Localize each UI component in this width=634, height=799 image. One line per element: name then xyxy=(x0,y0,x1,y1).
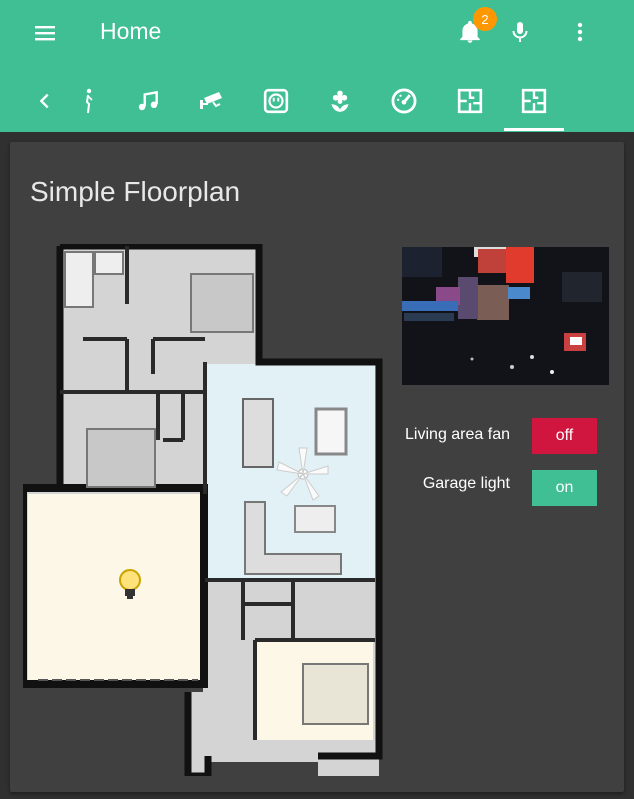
menu-icon xyxy=(35,26,55,41)
tab-flower[interactable] xyxy=(310,70,370,132)
garage-light-row: Garage light on xyxy=(390,470,600,506)
speedometer-icon xyxy=(391,88,417,114)
camera-image xyxy=(402,247,609,385)
tab-speedometer[interactable] xyxy=(374,70,434,132)
garage-light-toggle[interactable]: on xyxy=(532,470,597,506)
voice-button[interactable] xyxy=(502,14,538,50)
app-header: Home 2 xyxy=(0,0,634,132)
camera-feed[interactable] xyxy=(402,247,609,385)
toolbar: Home 2 xyxy=(0,0,634,66)
flower-icon xyxy=(331,90,349,112)
person-icon xyxy=(85,88,93,114)
menu-button[interactable] xyxy=(26,14,64,52)
floorplan-card: Simple Floorplan Living area fan off Gar… xyxy=(10,142,624,792)
page-title: Home xyxy=(100,18,162,44)
card-title: Simple Floorplan xyxy=(30,176,241,207)
tabs-scroll-left[interactable] xyxy=(20,70,70,132)
tab-person[interactable] xyxy=(70,70,106,132)
chevron-left-icon xyxy=(39,93,49,109)
tab-cctv[interactable] xyxy=(182,70,242,132)
tab-floorplan-1[interactable] xyxy=(440,70,500,132)
microphone-icon xyxy=(512,22,528,42)
active-tab-indicator xyxy=(504,128,564,131)
cctv-icon xyxy=(200,92,222,109)
living-area-fan-toggle[interactable]: off xyxy=(532,418,597,454)
floorplan-icon xyxy=(457,88,483,114)
living-area-fan-row: Living area fan off xyxy=(390,418,600,454)
floorplan-image xyxy=(23,244,383,776)
notification-badge: 2 xyxy=(473,7,497,31)
more-options-button[interactable] xyxy=(562,14,598,50)
more-vert-icon xyxy=(577,22,583,42)
music-icon xyxy=(138,90,158,111)
power-socket-icon xyxy=(263,88,289,114)
floorplan-icon xyxy=(521,88,547,114)
living-area-fan-label: Living area fan xyxy=(405,426,510,443)
tab-power-socket[interactable] xyxy=(246,70,306,132)
garage xyxy=(28,494,204,682)
view-tabs xyxy=(0,70,634,132)
tab-floorplan-2[interactable] xyxy=(504,70,564,132)
tab-music[interactable] xyxy=(118,70,178,132)
garage-light-label: Garage light xyxy=(422,475,510,492)
